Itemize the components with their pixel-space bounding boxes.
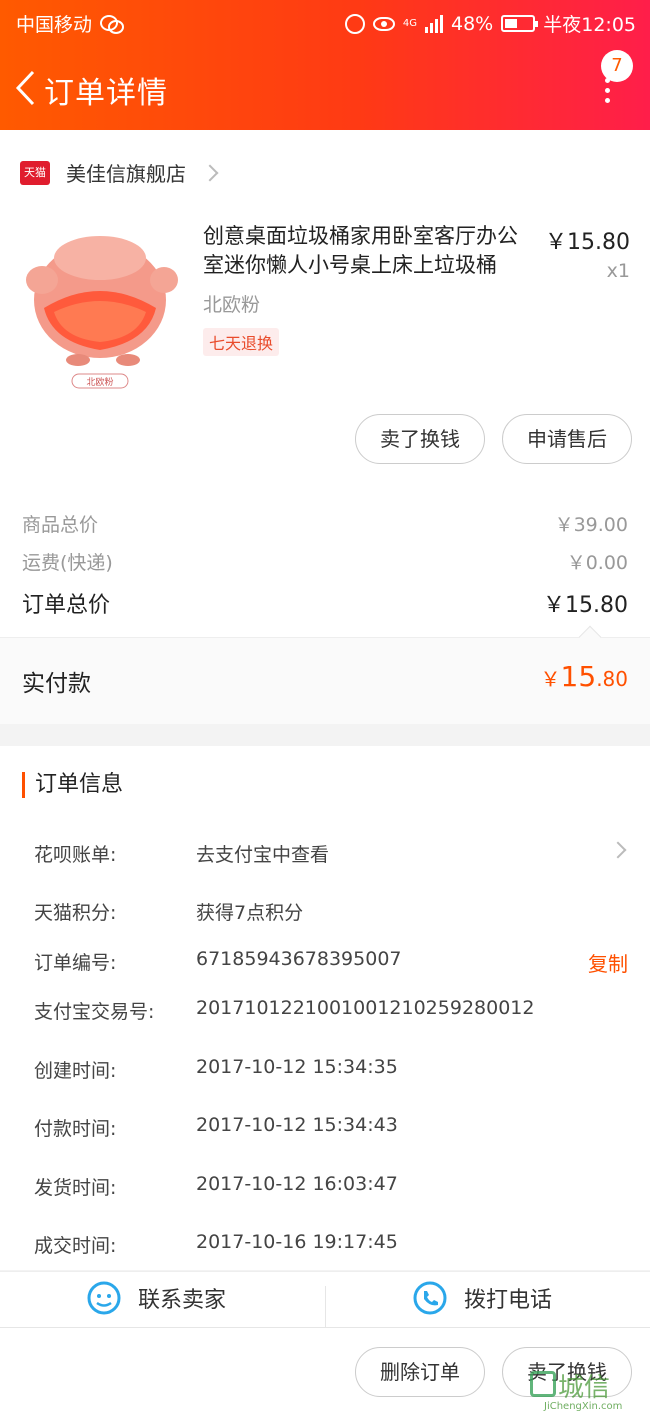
order-number-label: 订单编号: <box>34 952 117 974</box>
shop-row[interactable]: 天猫 美佳信旗舰店 <box>20 158 219 187</box>
goods-total-value: ￥39.00 <box>554 514 628 536</box>
order-info-card: 订单信息 花呗账单: 去支付宝中查看 天猫积分: 获得7点积分 订单编号: 67… <box>0 746 650 1270</box>
goods-total-row: 商品总价 ￥39.00 <box>22 510 628 537</box>
huabei-value: 去支付宝中查看 <box>196 844 330 866</box>
battery-percent: 48% <box>451 12 494 35</box>
shipping-label: 运费(快递) <box>22 552 113 574</box>
battery-icon <box>501 15 539 32</box>
order-number-value: 67185943678395007 <box>196 948 402 970</box>
product-image[interactable]: 北欧粉 <box>20 222 180 390</box>
chevron-right-icon <box>201 164 219 181</box>
alipay-value: 2017101221001001210259280012 <box>196 997 535 1019</box>
paid-time-value: 2017-10-12 15:34:43 <box>196 1114 398 1136</box>
contact-seller-label: 联系卖家 <box>138 1288 227 1313</box>
product-spec: 北欧粉 <box>203 294 261 316</box>
created-time-value: 2017-10-12 15:34:35 <box>196 1056 398 1078</box>
paid-amount: ￥15.80 <box>541 660 628 693</box>
paid-currency: ￥ <box>540 667 561 691</box>
page-title: 订单详情 <box>44 76 168 111</box>
closed-time-label: 成交时间: <box>34 1235 117 1257</box>
tmall-logo-icon: 天猫 <box>20 160 50 185</box>
order-total-value: ￥15.80 <box>543 593 628 618</box>
header: 中国移动 4G 48% 半夜12:05 订单详情 7 <box>0 0 650 130</box>
product-title[interactable]: 创意桌面垃圾桶家用卧室客厅办公室迷你懒人小号桌上床上垃圾桶 <box>203 222 533 280</box>
watermark-icon <box>530 1371 556 1397</box>
chat-icon <box>87 1281 121 1315</box>
closed-time-value: 2017-10-16 19:17:45 <box>196 1231 398 1253</box>
watermark-text: 城信 <box>558 1373 611 1403</box>
status-bar: 中国移动 4G 48% 半夜12:05 <box>0 0 650 44</box>
order-card: 天猫 美佳信旗舰店 北欧粉 创意桌面垃圾桶家用卧室客厅办公室迷你懒人小号桌上床上… <box>0 130 650 724</box>
aftersale-button[interactable]: 申请售后 <box>502 414 632 464</box>
product-price: ￥15.80 <box>545 230 630 255</box>
clock-text: 半夜12:05 <box>543 14 636 36</box>
order-info-title: 订单信息 <box>22 772 123 798</box>
call-phone-button[interactable]: 拨打电话 <box>412 1280 552 1316</box>
network-type: 4G <box>402 18 417 29</box>
call-phone-label: 拨打电话 <box>464 1288 553 1313</box>
copy-button[interactable]: 复制 <box>588 948 628 977</box>
signal-icon <box>425 14 443 33</box>
created-time-label: 创建时间: <box>34 1060 117 1082</box>
phone-icon <box>413 1281 447 1315</box>
product-image-label: 北欧粉 <box>86 376 113 388</box>
eye-comfort-icon <box>372 16 395 31</box>
contact-bar: 联系卖家 拨打电话 <box>0 1271 650 1328</box>
divider <box>0 637 650 638</box>
shipping-row: 运费(快递) ￥0.00 <box>22 548 628 575</box>
huabei-label: 花呗账单: <box>34 844 117 866</box>
paid-label: 实付款 <box>22 671 91 697</box>
shipped-time-label: 发货时间: <box>34 1177 117 1199</box>
shipping-value: ￥0.00 <box>566 552 628 574</box>
contact-seller-button[interactable]: 联系卖家 <box>86 1280 226 1316</box>
points-value: 获得7点积分 <box>196 902 304 924</box>
paid-amount-box: 实付款 ￥15.80 <box>0 638 650 724</box>
divider <box>325 1286 326 1328</box>
shop-name: 美佳信旗舰店 <box>66 162 186 186</box>
alarm-icon <box>344 13 365 34</box>
paid-time-label: 付款时间: <box>34 1118 117 1140</box>
more-menu-button[interactable] <box>596 78 618 108</box>
points-label: 天猫积分: <box>34 902 117 924</box>
watermark-subtext: JiChengXin.com <box>544 1401 623 1412</box>
bottom-action-bar: 删除订单 卖了换钱 城信 JiChengXin.com <box>0 1327 650 1417</box>
sell-button[interactable]: 卖了换钱 <box>355 414 485 464</box>
alipay-label: 支付宝交易号: <box>34 1001 155 1023</box>
shipped-time-value: 2017-10-12 16:03:47 <box>196 1173 398 1195</box>
order-total-row: 订单总价 ￥15.80 <box>22 587 628 619</box>
product-quantity: x1 <box>606 260 630 282</box>
paid-decimal: .80 <box>596 667 628 691</box>
back-arrow-icon[interactable] <box>14 70 36 106</box>
carrier-text: 中国移动 <box>16 14 93 36</box>
order-total-label: 订单总价 <box>22 593 111 618</box>
delete-order-button[interactable]: 删除订单 <box>355 1347 485 1397</box>
goods-total-label: 商品总价 <box>22 514 99 536</box>
wechat-icon <box>100 14 125 34</box>
paid-integer: 15 <box>560 660 597 693</box>
message-badge[interactable]: 7 <box>601 50 633 82</box>
chevron-right-icon <box>609 841 627 859</box>
return-policy-badge: 七天退换 <box>203 328 280 356</box>
watermark-logo: 城信 JiChengXin.com <box>530 1367 648 1415</box>
